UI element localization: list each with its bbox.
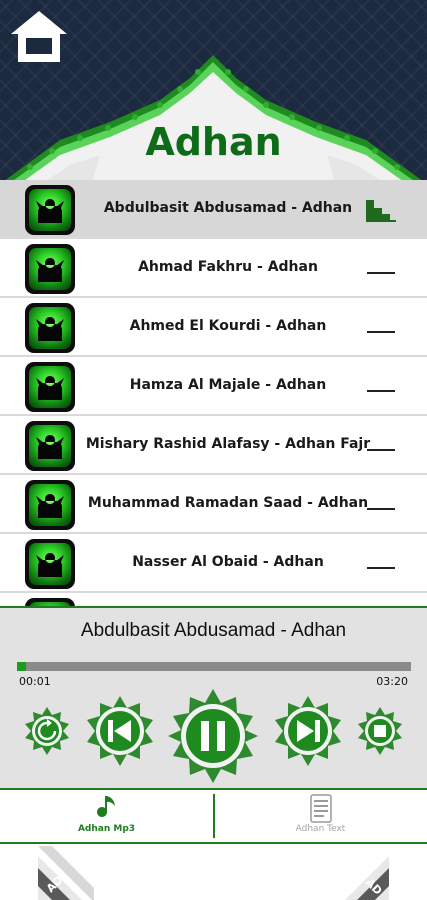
idle-indicator-icon: [367, 567, 395, 569]
track-list[interactable]: Abdulbasit Abdusamad - Adhan Ahmad Fakhr…: [0, 180, 427, 608]
track-title: Ahmad Fakhru - Adhan: [138, 259, 318, 275]
ad-corner-left[interactable]: AD: [38, 846, 94, 900]
stop-icon: [374, 725, 386, 737]
track-title: Nasser Al Obaid - Adhan: [132, 554, 324, 570]
list-item[interactable]: Abdulbasit Abdusamad - Adhan: [0, 180, 427, 239]
list-item[interactable]: Ahmad Fakhru - Adhan: [0, 239, 427, 298]
ad-corner-right[interactable]: AD: [333, 846, 389, 900]
list-item[interactable]: Hamza Al Majale - Adhan: [0, 357, 427, 416]
bottom-tab-bar: Adhan Mp3 Adhan Text: [0, 788, 427, 844]
list-item[interactable]: Nasser Al Obaid - Adhan: [0, 534, 427, 593]
document-icon: [310, 794, 332, 823]
page-title: Adhan: [145, 120, 282, 164]
track-thumbnail: [25, 480, 75, 530]
idle-indicator-icon: [367, 390, 395, 392]
idle-indicator-icon: [367, 449, 395, 451]
home-button[interactable]: [8, 8, 70, 66]
tab-adhan-text[interactable]: Adhan Text: [214, 790, 427, 842]
total-time: 03:20: [376, 675, 408, 688]
praying-figure-icon: [36, 199, 64, 223]
praying-figure-icon: [36, 494, 64, 518]
next-button[interactable]: [272, 695, 344, 767]
track-thumbnail: [25, 303, 75, 353]
now-playing-title: Abdulbasit Abdusamad - Adhan: [80, 620, 347, 641]
repeat-button[interactable]: [22, 706, 72, 756]
track-title: Hamza Al Majale - Adhan: [129, 377, 327, 393]
equalizer-icon: [366, 200, 396, 222]
previous-button[interactable]: [84, 695, 156, 767]
idle-indicator-icon: [367, 272, 395, 274]
tab-label: Adhan Text: [295, 824, 346, 834]
idle-indicator-icon: [367, 508, 395, 510]
tab-adhan-mp3[interactable]: Adhan Mp3: [0, 790, 213, 842]
list-item[interactable]: Ahmed El Kourdi - Adhan: [0, 298, 427, 357]
praying-figure-icon: [36, 435, 64, 459]
audio-player: Abdulbasit Abdusamad - Adhan 00:01 03:20: [0, 606, 427, 788]
app-root: Adhan Abdulbasit Abdusamad - Adhan Ahmad…: [0, 0, 427, 900]
praying-figure-icon: [36, 376, 64, 400]
idle-indicator-icon: [367, 331, 395, 333]
current-time: 00:01: [19, 675, 51, 688]
praying-figure-icon: [36, 258, 64, 282]
track-thumbnail: [25, 362, 75, 412]
praying-figure-icon: [36, 317, 64, 341]
list-item[interactable]: Mishary Rashid Alafasy - Adhan Fajr: [0, 416, 427, 475]
music-note-icon: [97, 796, 115, 817]
praying-figure-icon: [36, 553, 64, 577]
tab-label: Adhan Mp3: [77, 824, 136, 834]
track-thumbnail: [25, 539, 75, 589]
pause-button[interactable]: [165, 688, 261, 784]
track-title: Mishary Rashid Alafasy - Adhan Fajr: [85, 436, 371, 452]
stop-button[interactable]: [355, 706, 405, 756]
track-title: Abdulbasit Abdusamad - Adhan: [103, 200, 353, 216]
list-item[interactable]: Muhammad Ramadan Saad - Adhan: [0, 475, 427, 534]
progress-fill: [17, 662, 26, 671]
track-title: Ahmed El Kourdi - Adhan: [129, 318, 327, 334]
track-title: Muhammad Ramadan Saad - Adhan: [87, 495, 369, 511]
progress-bar[interactable]: [17, 662, 411, 671]
track-thumbnail: [25, 421, 75, 471]
home-icon: [11, 11, 67, 62]
track-thumbnail: [25, 244, 75, 294]
track-thumbnail: [25, 185, 75, 235]
